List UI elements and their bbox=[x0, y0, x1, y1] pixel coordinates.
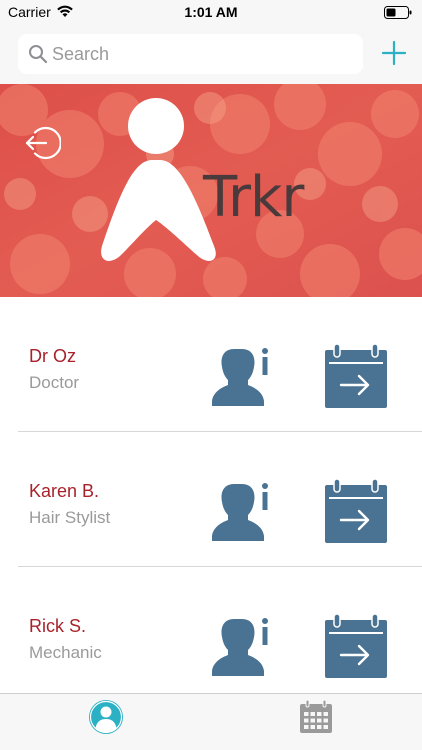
contact-role: Mechanic bbox=[29, 643, 102, 662]
contact-role: Doctor bbox=[29, 373, 80, 392]
list-item[interactable]: Karen B. Hair Stylist bbox=[0, 432, 422, 567]
back-arrow-icon[interactable] bbox=[23, 124, 62, 162]
calendar-arrow-icon[interactable] bbox=[323, 612, 389, 680]
calendar-arrow-icon[interactable] bbox=[323, 342, 389, 410]
search-header bbox=[0, 26, 422, 84]
contact-name: Dr Oz bbox=[29, 346, 76, 366]
list-item[interactable]: Dr Oz Doctor bbox=[0, 297, 422, 432]
tab-calendar-grid-icon[interactable] bbox=[298, 699, 334, 735]
contact-role: Hair Stylist bbox=[29, 508, 111, 527]
tab-contacts-person-icon[interactable] bbox=[88, 699, 124, 735]
tab-bar bbox=[0, 693, 422, 750]
calendar-arrow-icon[interactable] bbox=[323, 477, 389, 545]
contact-name: Karen B. bbox=[29, 481, 100, 501]
search-bar[interactable] bbox=[18, 34, 363, 74]
search-input[interactable] bbox=[52, 34, 352, 74]
plus-icon[interactable] bbox=[381, 40, 407, 66]
person-info-icon[interactable] bbox=[210, 613, 272, 679]
status-time: 1:01 AM bbox=[184, 4, 238, 20]
contact-name: Rick S. bbox=[29, 616, 87, 636]
battery-icon bbox=[384, 6, 412, 24]
status-bar: Carrier 1:01 AM bbox=[0, 0, 422, 26]
search-icon bbox=[28, 44, 48, 64]
app-screen: Carrier 1:01 AM Search Trkr Dr Oz Doctor… bbox=[0, 0, 422, 750]
header-banner: Trkr bbox=[0, 84, 422, 297]
list-item[interactable]: Rick S. Mechanic bbox=[0, 567, 422, 702]
person-info-icon[interactable] bbox=[210, 478, 272, 544]
contact-list: Dr Oz Doctor Karen B. Hair Stylist Rick … bbox=[0, 297, 422, 693]
logo-text: Trkr bbox=[203, 165, 304, 230]
person-info-icon[interactable] bbox=[210, 343, 272, 409]
